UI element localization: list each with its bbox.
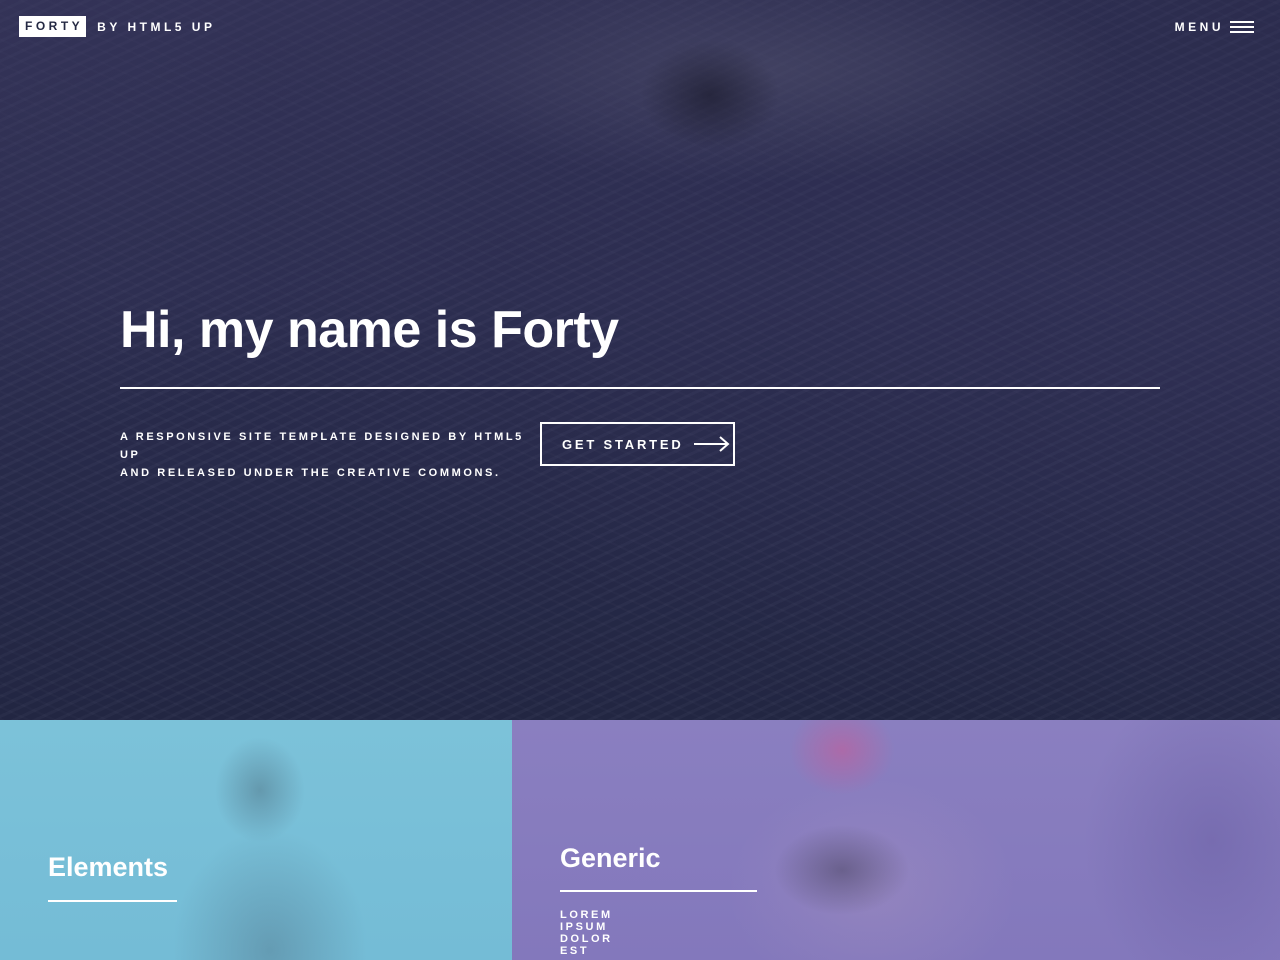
hero-banner: Hi, my name is Forty A RESPONSIVE SITE T…: [0, 0, 1280, 720]
tile-generic-divider: [560, 890, 757, 892]
logo-box: FORTY: [19, 16, 87, 37]
tile-generic-subtitle: LOREM IPSUM DOLOR EST: [560, 909, 613, 957]
hero-title: Hi, my name is Forty: [120, 301, 619, 359]
arrow-right-icon: [693, 436, 730, 452]
hero-subtitle: A RESPONSIVE SITE TEMPLATE DESIGNED BY H…: [120, 428, 530, 482]
menu-button[interactable]: MENU: [1175, 16, 1254, 37]
tile-generic[interactable]: [512, 720, 1280, 960]
hamburger-icon: [1230, 20, 1254, 33]
menu-label: MENU: [1174, 19, 1224, 34]
tile-elements-title[interactable]: Elements: [48, 850, 168, 884]
site-header: FORTY BY HTML5 UP MENU: [0, 0, 1280, 52]
get-started-label: GET STARTED: [562, 436, 684, 452]
site-logo[interactable]: FORTY BY HTML5 UP: [19, 16, 215, 37]
logo-byline: BY HTML5 UP: [97, 19, 216, 34]
tile-elements-divider: [48, 900, 177, 902]
hero-subtitle-line1: A RESPONSIVE SITE TEMPLATE DESIGNED BY H…: [120, 431, 524, 461]
hero-subtitle-line2: AND RELEASED UNDER THE CREATIVE COMMONS.: [120, 467, 501, 479]
tile-elements[interactable]: [0, 720, 512, 960]
hero-divider: [120, 387, 1160, 389]
get-started-button[interactable]: GET STARTED: [540, 422, 735, 466]
hero-background-image: [640, 40, 780, 150]
tile-generic-title[interactable]: Generic: [560, 841, 661, 875]
